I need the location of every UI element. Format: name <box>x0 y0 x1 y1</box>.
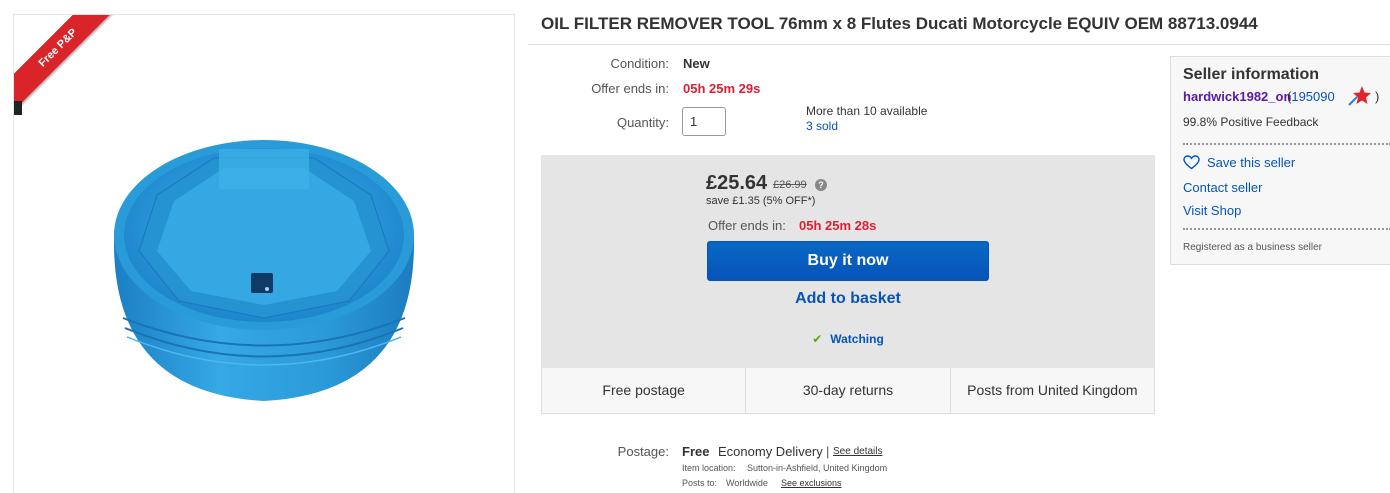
registered-business-text: Registered as a business seller <box>1183 242 1322 253</box>
feature-posts-from: Posts from United Kingdom <box>967 382 1138 398</box>
visit-shop-link[interactable]: Visit Shop <box>1183 203 1241 218</box>
add-to-basket-button[interactable]: Add to basket <box>707 290 989 308</box>
check-icon: ✔ <box>812 332 823 346</box>
condition-label: Condition: <box>610 56 669 71</box>
ribbon-label: Free P&P <box>14 15 124 114</box>
condition-value: New <box>683 56 710 71</box>
feature-returns: 30-day returns <box>746 368 951 413</box>
features-row: Free postage 30-day returns Posts from U… <box>541 368 1155 414</box>
heart-icon[interactable] <box>1183 155 1200 170</box>
product-image[interactable] <box>109 123 419 413</box>
watching-toggle[interactable]: ✔ Watching <box>707 332 989 346</box>
postage-separator: | <box>826 444 830 459</box>
feedback-score: 195090 <box>1291 89 1335 104</box>
dotted-divider-2 <box>1183 228 1390 230</box>
seller-heading: Seller information <box>1183 66 1320 83</box>
seller-name-link[interactable]: hardwick1982_on <box>1183 89 1291 104</box>
availability-text: More than 10 available <box>806 104 928 118</box>
seller-info-panel: Seller information hardwick1982_on (1950… <box>1170 56 1390 265</box>
offer-ends-label-2: Offer ends in: <box>708 218 786 233</box>
offer-timer-2: 05h 25m 28s <box>799 218 877 233</box>
positive-feedback: 99.8% Positive Feedback <box>1183 115 1319 129</box>
info-icon[interactable]: ? <box>815 179 827 191</box>
item-location-label: Item location: <box>682 463 736 473</box>
contact-seller-link[interactable]: Contact seller <box>1183 180 1262 195</box>
product-title: OIL FILTER REMOVER TOOL 76mm x 8 Flutes … <box>541 14 1258 33</box>
product-image-panel[interactable]: Free P&P <box>13 14 515 493</box>
watching-label: Watching <box>830 332 884 346</box>
feature-free-postage: Free postage <box>542 368 747 413</box>
offer-timer: 05h 25m 29s <box>683 81 761 96</box>
seller-score[interactable]: (195090 <box>1287 89 1335 104</box>
discount-text: save £1.35 (5% OFF*) <box>706 195 816 207</box>
see-details-link[interactable]: See details <box>833 446 882 457</box>
price: £25.64 <box>706 172 768 194</box>
ribbon-fold <box>14 101 22 115</box>
buy-now-button[interactable]: Buy it now <box>707 241 989 281</box>
sold-count-link[interactable]: 3 sold <box>806 119 838 133</box>
item-location-value: Sutton-in-Ashfield, United Kingdom <box>747 463 888 473</box>
original-price: £26.99 <box>773 179 807 191</box>
star-rating-icon <box>1348 86 1371 106</box>
offer-ends-label: Offer ends in: <box>591 81 669 96</box>
dotted-divider <box>1183 143 1390 145</box>
title-divider <box>528 44 1390 45</box>
postage-label: Postage: <box>617 444 669 459</box>
see-exclusions-link[interactable]: See exclusions <box>781 478 842 488</box>
posts-to-value: Worldwide <box>726 478 768 488</box>
score-close-paren: ) <box>1375 89 1380 104</box>
save-seller-link[interactable]: Save this seller <box>1207 155 1295 170</box>
quantity-input[interactable]: 1 <box>682 107 726 136</box>
quantity-label: Quantity: <box>616 115 669 130</box>
postage-free: Free <box>682 444 710 459</box>
posts-to-label: Posts to: <box>682 478 718 488</box>
postage-type: Economy Delivery <box>718 444 823 459</box>
free-postage-ribbon: Free P&P <box>14 15 128 129</box>
